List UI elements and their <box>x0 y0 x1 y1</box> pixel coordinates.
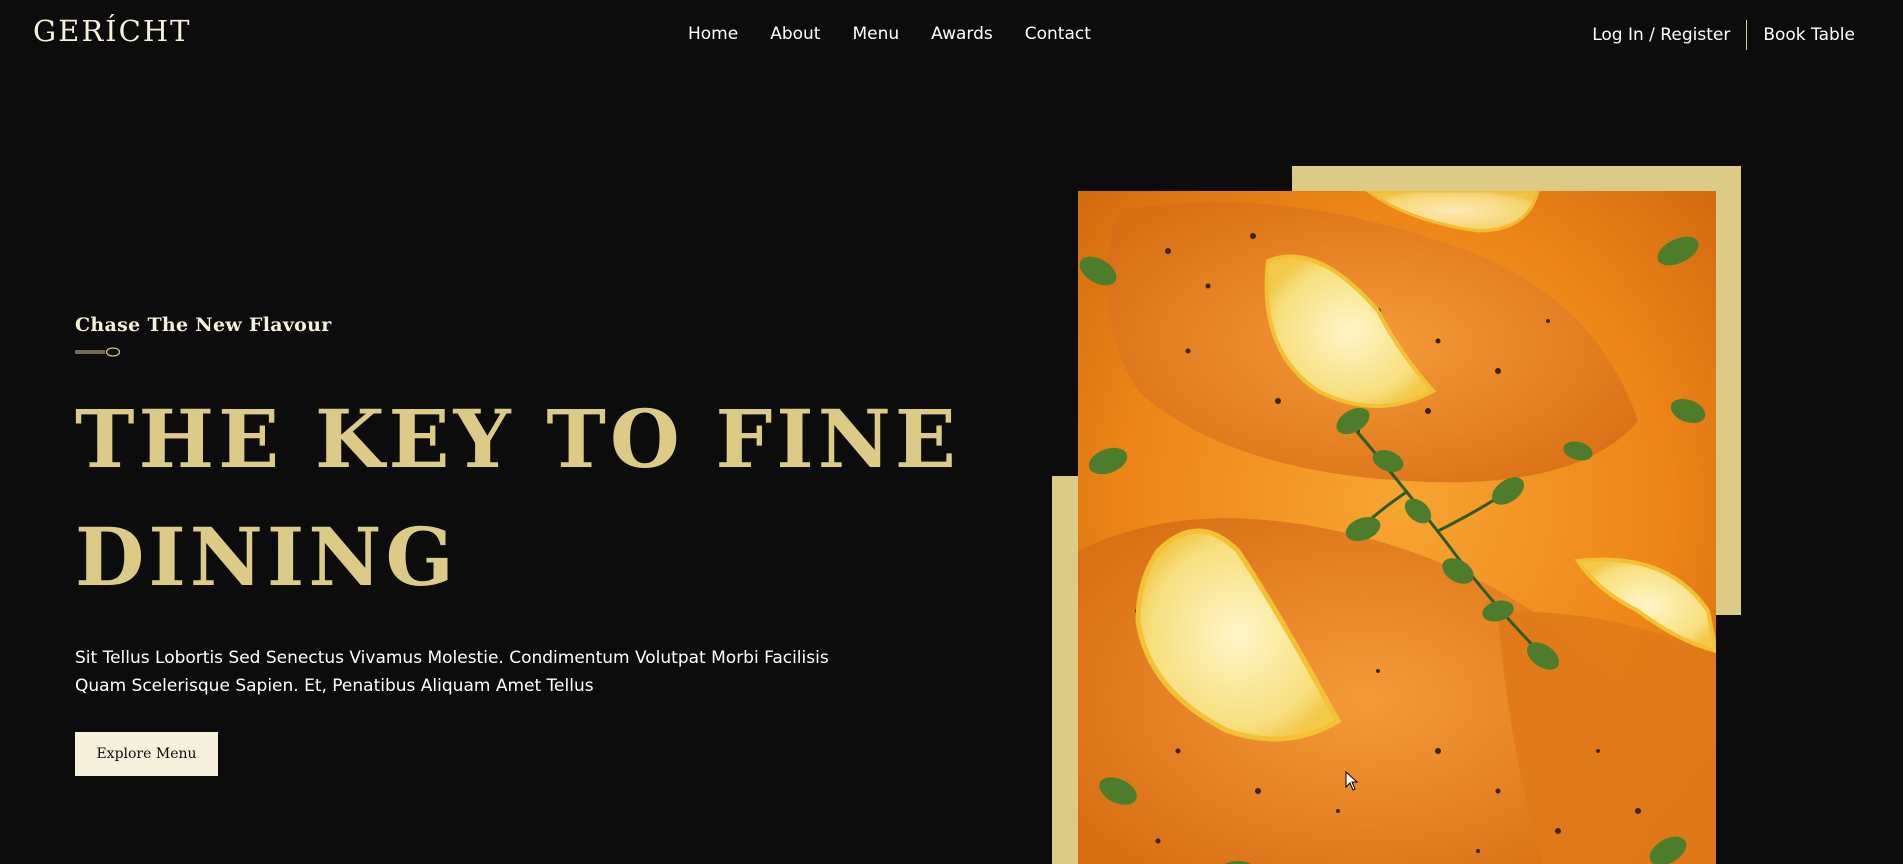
salmon-dish-image <box>1078 191 1716 864</box>
nav-links: Home About Menu Awards Contact <box>688 24 1091 44</box>
logo[interactable]: GERÍCHT <box>33 14 191 48</box>
landing-page: GERÍCHT Home About Menu Awards Contact L… <box>0 0 1903 864</box>
nav-item-awards[interactable]: Awards <box>931 24 993 44</box>
nav-item-home[interactable]: Home <box>688 24 738 44</box>
hero-subtitle: Chase The New Flavour <box>75 314 332 336</box>
nav-item-menu[interactable]: Menu <box>852 24 899 44</box>
spoon-icon <box>75 347 121 357</box>
navbar: GERÍCHT Home About Menu Awards Contact L… <box>0 0 1903 70</box>
hero-headline: THE KEY TO FINE DINING <box>75 392 960 604</box>
explore-menu-button[interactable]: Explore Menu <box>75 732 218 776</box>
login-register-link[interactable]: Log In / Register <box>1592 20 1748 50</box>
mouse-cursor-icon <box>1345 771 1359 791</box>
nav-item-contact[interactable]: Contact <box>1025 24 1091 44</box>
book-table-link[interactable]: Book Table <box>1747 25 1855 45</box>
nav-item-about[interactable]: About <box>770 24 820 44</box>
hero-description: Sit Tellus Lobortis Sed Senectus Vivamus… <box>75 648 829 696</box>
nav-right: Log In / Register Book Table <box>1592 20 1855 50</box>
